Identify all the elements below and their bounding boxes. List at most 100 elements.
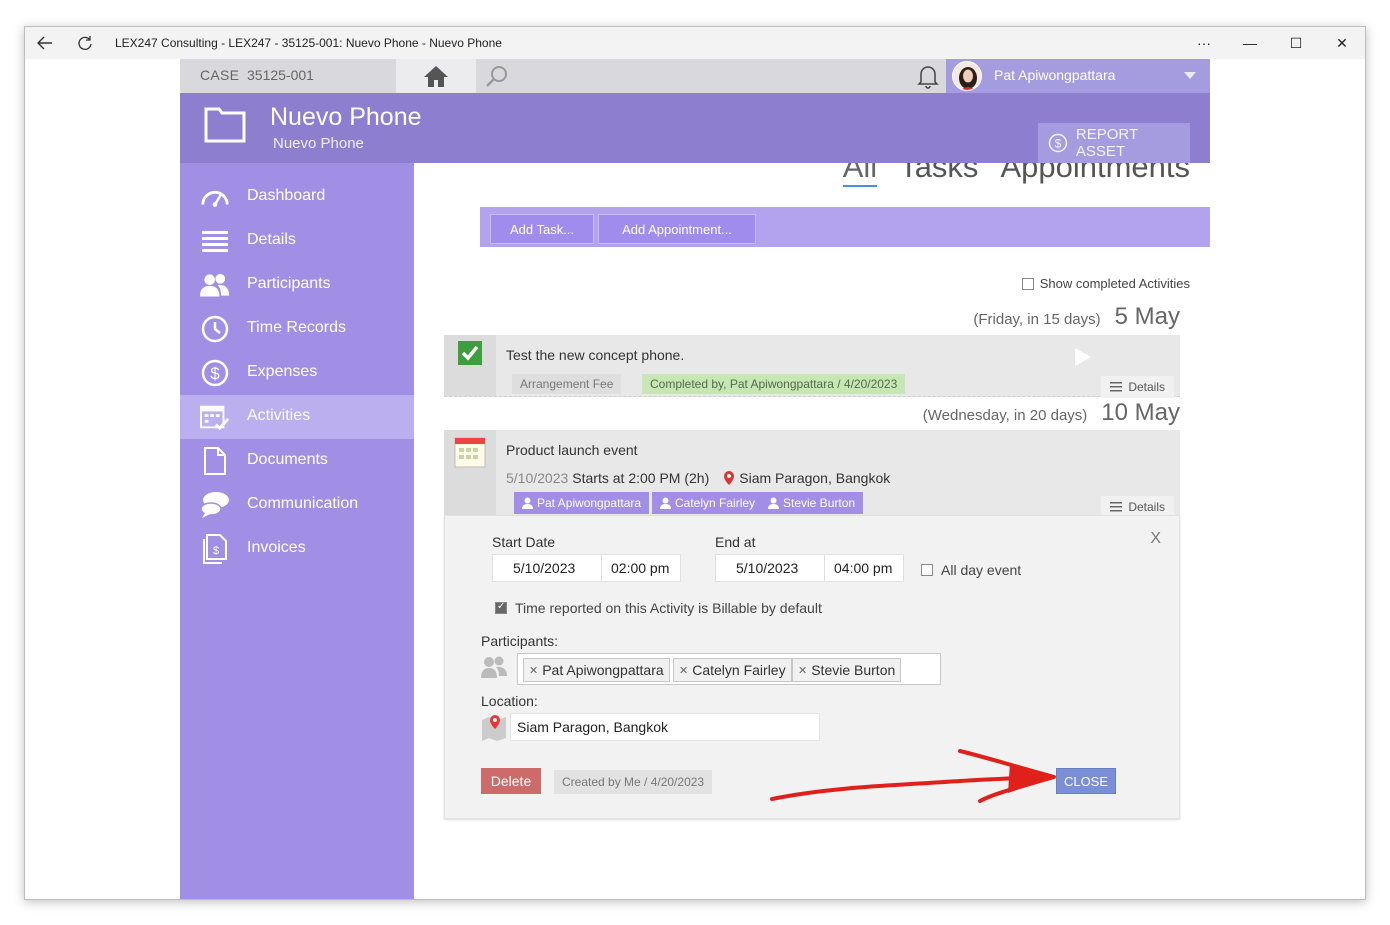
back-arrow-icon[interactable] <box>25 27 65 59</box>
checkbox-box[interactable] <box>495 601 507 614</box>
sidebar-item-details[interactable]: Details <box>180 219 414 263</box>
all-day-label: All day event <box>941 562 1022 578</box>
start-time-input[interactable]: 02:00 pm <box>601 554 681 582</box>
participants-input[interactable]: ✕ Pat Apiwongpattara ✕ Catelyn Fairley ✕ St… <box>517 653 941 685</box>
remove-icon[interactable]: ✕ <box>529 664 538 677</box>
window-close-button[interactable]: ✕ <box>1319 27 1365 59</box>
details-button[interactable]: Details <box>1101 376 1174 398</box>
all-day-checkbox[interactable]: All day event <box>921 562 1021 578</box>
tab-all[interactable]: All <box>842 163 878 187</box>
date-header: (Friday, in 15 days) 5 May <box>973 303 1180 331</box>
checkbox-box[interactable] <box>921 564 933 576</box>
svg-text:$: $ <box>210 364 220 383</box>
chat-icon <box>200 491 230 519</box>
map-icon <box>482 715 506 741</box>
billable-checkbox[interactable]: Time reported on this Activity is Billab… <box>495 600 822 616</box>
bell-icon[interactable] <box>916 63 940 89</box>
dismiss-editor-button[interactable]: X <box>1150 530 1161 548</box>
tab-tasks[interactable]: Tasks <box>899 163 978 187</box>
participant-chip[interactable]: ✕ Catelyn Fairley <box>673 658 792 682</box>
chip-label: Catelyn Fairley <box>692 662 786 678</box>
details-label: Details <box>1128 500 1165 514</box>
play-icon[interactable] <box>1074 347 1092 367</box>
location-input[interactable]: Siam Paragon, Bangkok <box>510 713 820 741</box>
more-options-button[interactable]: ··· <box>1181 27 1227 59</box>
sidebar-item-invoices[interactable]: $ Invoices <box>180 527 414 571</box>
sidebar-item-label: Details <box>247 231 296 248</box>
tab-appointments[interactable]: Appointments <box>1000 163 1190 187</box>
calendar-event-icon <box>454 437 486 468</box>
activity-icon-column <box>444 430 496 516</box>
clock-icon <box>200 315 230 343</box>
participant-tag[interactable]: Pat Apiwongpattara <box>514 492 650 514</box>
search-icon[interactable] <box>484 64 510 90</box>
sidebar-item-activities[interactable]: Activities <box>180 395 414 439</box>
participant-name: Catelyn Fairley <box>675 496 756 510</box>
report-asset-button[interactable]: $ REPORT ASSET <box>1038 123 1190 163</box>
refresh-icon[interactable] <box>65 27 105 59</box>
sidebar-item-dashboard[interactable]: Dashboard <box>180 175 414 219</box>
activity-title: Product launch event <box>506 442 638 458</box>
sidebar-item-label: Participants <box>247 275 331 292</box>
case-id: 35125-001 <box>247 67 314 83</box>
participant-tag[interactable]: Stevie Burton <box>760 492 864 514</box>
add-task-button[interactable]: Add Task... <box>490 214 594 244</box>
top-bar: CASE 35125-001 Pat Apiwongpattara <box>180 59 1210 93</box>
sidebar-item-participants[interactable]: Participants <box>180 263 414 307</box>
participants-label: Participants: <box>481 633 559 649</box>
invoice-icon: $ <box>200 534 230 564</box>
chevron-down-icon <box>1184 72 1196 79</box>
people-icon <box>200 271 230 299</box>
end-date-label: End at <box>715 534 756 550</box>
remove-icon[interactable]: ✕ <box>798 664 807 677</box>
person-icon <box>522 497 533 509</box>
map-pin-icon <box>724 471 735 485</box>
participant-chip[interactable]: ✕ Stevie Burton <box>792 658 902 682</box>
folder-icon <box>204 107 246 143</box>
minimize-button[interactable]: — <box>1227 27 1273 59</box>
activity-item[interactable]: Test the new concept phone. Arrangement … <box>444 335 1180 398</box>
activity-time: Starts at 2:00 PM (2h) <box>572 470 710 486</box>
sidebar-item-communication[interactable]: Communication <box>180 483 414 527</box>
activity-item[interactable]: Product launch event 5/10/2023 Starts at… <box>444 430 1180 518</box>
user-menu[interactable]: Pat Apiwongpattara <box>946 59 1210 93</box>
participant-chip[interactable]: ✕ Pat Apiwongpattara <box>523 658 670 682</box>
sidebar-item-expenses[interactable]: $ Expenses <box>180 351 414 395</box>
sidebar: Dashboard Details Participants Time Reco… <box>180 163 414 899</box>
sidebar-item-time-records[interactable]: Time Records <box>180 307 414 351</box>
created-by-badge: Created by Me / 4/20/2023 <box>554 770 713 794</box>
relative-date: (Wednesday, in 20 days) <box>922 407 1088 424</box>
end-time-input[interactable]: 04:00 pm <box>824 554 904 582</box>
close-button[interactable]: CLOSE <box>1056 768 1116 794</box>
delete-button[interactable]: Delete <box>481 768 541 794</box>
sidebar-item-label: Expenses <box>247 363 318 380</box>
avatar <box>952 61 982 91</box>
details-label: Details <box>1128 380 1165 394</box>
sidebar-item-label: Activities <box>247 407 311 424</box>
activity-location: Siam Paragon, Bangkok <box>739 470 891 486</box>
sidebar-item-label: Communication <box>247 495 359 512</box>
participant-name: Pat Apiwongpattara <box>537 496 642 510</box>
chip-label: Pat Apiwongpattara <box>542 662 664 678</box>
participant-tag[interactable]: Catelyn Fairley <box>652 492 764 514</box>
checkbox-checked-icon <box>458 341 482 365</box>
location-label: Location: <box>481 693 538 709</box>
fee-tag: Arrangement Fee <box>512 374 622 394</box>
calendar-icon <box>200 403 230 431</box>
show-completed-checkbox[interactable]: Show completed Activities <box>1021 276 1190 291</box>
checkbox-box[interactable] <box>1021 277 1034 290</box>
status-badge: Completed by, Pat Apiwongpattara / 4/20/… <box>642 374 906 394</box>
sidebar-item-documents[interactable]: Documents <box>180 439 414 483</box>
remove-icon[interactable]: ✕ <box>679 664 688 677</box>
end-date-input[interactable]: 5/10/2023 <box>715 554 825 582</box>
dashboard-icon <box>200 183 230 211</box>
tab-bar: All Tasks Appointments <box>842 163 1190 187</box>
start-date-input[interactable]: 5/10/2023 <box>492 554 602 582</box>
menu-icon <box>1110 502 1123 512</box>
menu-icon <box>1110 382 1123 392</box>
home-icon <box>424 66 448 87</box>
activity-date: 5/10/2023 <box>506 470 569 486</box>
add-appointment-button[interactable]: Add Appointment... <box>598 214 756 244</box>
home-button[interactable] <box>396 59 476 93</box>
maximize-button[interactable]: ☐ <box>1273 27 1319 59</box>
